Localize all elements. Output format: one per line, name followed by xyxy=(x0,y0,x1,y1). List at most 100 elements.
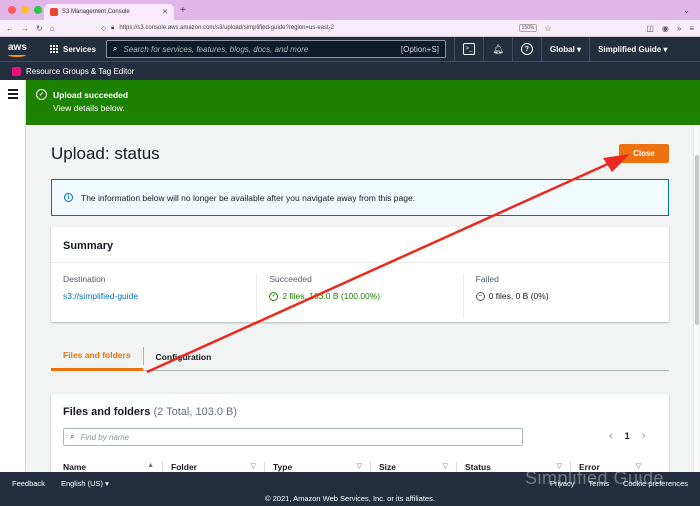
destination-column: Destination s3://simplified-guide xyxy=(51,274,256,318)
sort-icon: ▽ xyxy=(442,463,448,470)
failed-column: Failed – 0 files, 0 B (0%) xyxy=(462,274,669,318)
flash-subtitle: View details below. xyxy=(53,103,125,113)
page-scrollbar[interactable] xyxy=(693,125,699,472)
success-check-icon: ✓ xyxy=(36,89,47,100)
aws-logo[interactable]: aws xyxy=(8,42,38,57)
search-icon: ⌕ xyxy=(70,432,75,441)
browser-tab-bar: S3 Management Console ✕ + ⌄ xyxy=(0,0,700,20)
zoom-indicator[interactable]: 150% xyxy=(518,24,538,32)
browser-tab[interactable]: S3 Management Console ✕ xyxy=(44,4,174,20)
nav-divider xyxy=(482,37,484,61)
bookmark-star-icon[interactable]: ☆ xyxy=(544,24,551,33)
nav-divider xyxy=(511,37,513,61)
summary-heading: Summary xyxy=(51,227,669,263)
sort-ascending-icon: ▲ xyxy=(147,462,154,469)
find-by-name-input[interactable]: ⌕ Find by name xyxy=(63,428,523,446)
column-header-type[interactable]: Type ▽ xyxy=(273,462,371,472)
nav-divider xyxy=(453,37,455,61)
status-tabs: Files and folders Configuration xyxy=(51,342,669,371)
lock-icon: 🔒︎ xyxy=(111,24,115,31)
resource-groups-bar: Resource Groups & Tag Editor xyxy=(0,61,700,80)
feedback-link[interactable]: Feedback xyxy=(12,479,45,488)
extensions-icon[interactable]: » xyxy=(677,24,681,33)
cloudshell-icon[interactable]: >_ xyxy=(462,43,475,55)
minimize-window-icon[interactable] xyxy=(21,6,29,14)
success-check-icon: ✓ xyxy=(269,291,279,301)
succeeded-value: 2 files, 103.0 B (100.00%) xyxy=(282,291,381,301)
succeeded-label: Succeeded xyxy=(269,274,312,284)
succeeded-column: Succeeded ✓ 2 files, 103.0 B (100.00%) xyxy=(256,274,462,318)
menu-icon[interactable]: ≡ xyxy=(689,24,694,33)
tab-configuration[interactable]: Configuration xyxy=(144,342,224,371)
files-count: (2 Total, 103.0 B) xyxy=(153,406,238,418)
services-label: Services xyxy=(63,44,96,54)
failed-minus-icon: – xyxy=(475,291,485,301)
sort-icon: ▽ xyxy=(250,463,256,470)
info-icon: i xyxy=(64,193,73,202)
destination-label: Destination xyxy=(63,274,106,284)
resource-groups-link[interactable]: Resource Groups & Tag Editor xyxy=(26,67,134,76)
aws-search-placeholder: Search for services, features, blogs, do… xyxy=(123,44,309,54)
tab-list-chevron-icon[interactable]: ⌄ xyxy=(683,6,690,15)
maximize-window-icon[interactable] xyxy=(34,6,42,14)
info-alert: i The information below will no longer b… xyxy=(51,179,669,216)
copyright-text: © 2021, Amazon Web Services, Inc. or its… xyxy=(265,494,435,503)
previous-page-icon[interactable]: ‹ xyxy=(609,430,613,442)
shield-icon: ◇ xyxy=(101,25,107,32)
flash-title: Upload succeeded xyxy=(53,89,129,100)
pocket-icon[interactable]: ◫ xyxy=(646,24,654,33)
nav-divider xyxy=(589,37,591,61)
files-and-folders-panel: Files and folders (2 Total, 103.0 B) ⌕ F… xyxy=(51,394,669,472)
aws-search-input[interactable]: ⌕ Search for services, features, blogs, … xyxy=(105,40,446,58)
forward-icon[interactable]: → xyxy=(21,24,29,33)
side-navigation-rail xyxy=(0,80,26,472)
column-header-name[interactable]: Name ▲ xyxy=(63,462,163,472)
home-icon[interactable]: ⌂ xyxy=(50,24,55,33)
address-bar[interactable]: ◇ 🔒︎ https://s3.console.aws.amazon.com/s… xyxy=(102,22,512,34)
close-button[interactable]: Close xyxy=(619,144,669,163)
tab-files-and-folders[interactable]: Files and folders xyxy=(51,342,143,371)
watermark-text: Simplified Guide xyxy=(525,468,665,488)
failed-label: Failed xyxy=(475,274,499,284)
aws-favicon-icon xyxy=(50,8,58,16)
failed-value: 0 files, 0 B (0%) xyxy=(488,291,549,301)
browser-tab-title: S3 Management Console xyxy=(62,9,130,15)
upload-success-flashbar: ✓ Upload succeeded View details below. xyxy=(26,80,700,125)
window-controls xyxy=(0,6,44,14)
language-selector[interactable]: English (US) ▾ xyxy=(61,479,109,488)
account-icon[interactable]: ◉ xyxy=(662,24,669,33)
page-title: Upload: status xyxy=(51,144,160,163)
hamburger-menu-icon[interactable] xyxy=(8,89,18,101)
sort-icon: ▽ xyxy=(356,463,362,470)
grid-icon xyxy=(50,45,58,53)
destination-link[interactable]: s3://simplified-guide xyxy=(63,291,138,301)
close-window-icon[interactable] xyxy=(8,6,16,14)
url-text: https://s3.console.aws.amazon.com/s3/upl… xyxy=(119,25,334,31)
aws-smile-icon xyxy=(8,53,26,57)
find-by-name-placeholder: Find by name xyxy=(80,432,129,442)
pagination: ‹ 1 › xyxy=(609,430,645,442)
column-header-folder[interactable]: Folder ▽ xyxy=(171,462,265,472)
info-alert-text: The information below will no longer be … xyxy=(81,192,416,203)
resource-groups-icon xyxy=(12,66,21,76)
back-icon[interactable]: ← xyxy=(6,24,14,33)
search-icon: ⌕ xyxy=(112,44,118,53)
new-tab-icon[interactable]: + xyxy=(180,5,186,16)
services-menu[interactable]: Services xyxy=(50,45,96,54)
aws-top-nav: aws Services ⌕ Search for services, feat… xyxy=(0,37,700,61)
scrollbar-thumb[interactable] xyxy=(695,155,699,325)
browser-nav-bar: ← → ↻ ⌂ ◇ 🔒︎ https://s3.console.aws.amaz… xyxy=(0,20,700,37)
account-menu[interactable]: Simplified Guide ▾ xyxy=(598,45,667,54)
nav-divider xyxy=(540,37,542,61)
current-page-number[interactable]: 1 xyxy=(625,431,630,441)
column-header-size[interactable]: Size ▽ xyxy=(379,462,457,472)
help-icon[interactable]: ? xyxy=(520,43,533,55)
search-shortcut: [Option+S] xyxy=(400,44,439,54)
notifications-bell-icon[interactable]: 🔔︎ xyxy=(492,43,504,55)
next-page-icon[interactable]: › xyxy=(642,430,646,442)
tab-close-icon[interactable]: ✕ xyxy=(162,8,168,16)
files-heading: Files and folders (2 Total, 103.0 B) xyxy=(63,406,238,418)
region-selector[interactable]: Global ▾ xyxy=(550,45,581,54)
summary-panel: Summary Destination s3://simplified-guid… xyxy=(51,227,669,322)
reload-icon[interactable]: ↻ xyxy=(36,24,43,33)
